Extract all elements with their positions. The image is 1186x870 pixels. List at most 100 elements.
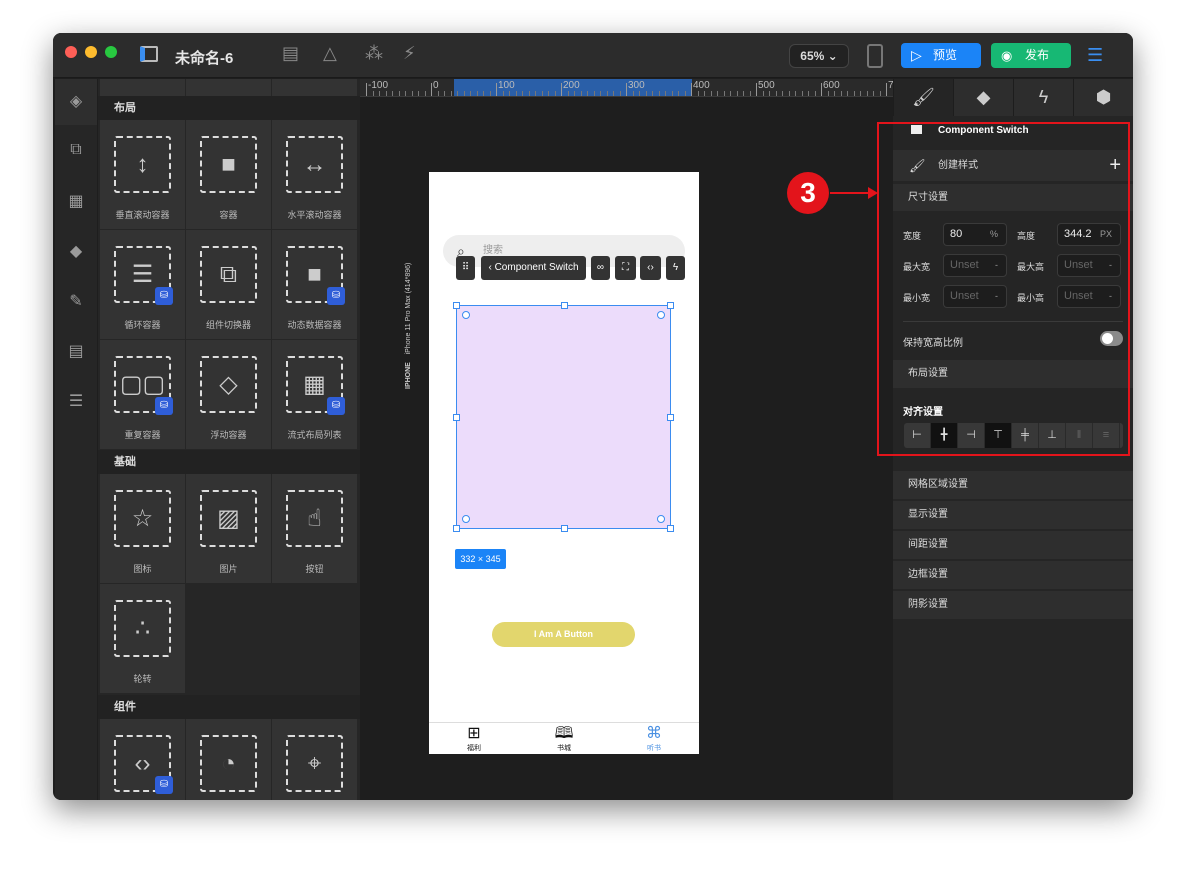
library-item[interactable]: ■ ⛁ 动态数据容器 [272, 230, 357, 339]
left-icon-rail: ◈ ⧉ ▦ ◆ ✎ ▤ ☰ [55, 79, 97, 800]
code-icon[interactable]: ‹› [640, 256, 661, 280]
components-icon[interactable]: ⁂ [365, 43, 383, 64]
library-item[interactable]: ☝ 按钮 [272, 474, 357, 583]
ruler-minor-tick [587, 91, 588, 96]
brush-icon[interactable]: ✎ [55, 291, 97, 311]
zoom-select[interactable]: 65% ⌄ [789, 44, 849, 68]
parent-select-button[interactable]: ‹ Component Switch [481, 256, 586, 280]
template-icon[interactable]: ▤ [55, 341, 97, 361]
library-item[interactable]: ⧉ 组件切换器 [186, 230, 271, 339]
inspector-section[interactable]: 网格区域设置 [893, 471, 1133, 499]
ruler-minor-tick [405, 91, 406, 96]
cubes-icon[interactable]: ⧉ [55, 141, 97, 159]
library-item[interactable]: ▢▢ ⛁ 重复容器 [100, 340, 185, 449]
phone-frame[interactable]: ⌕ 搜索 ⠿ ‹ Component Switch ∞ ⛶ ‹› ϟ 332 × … [429, 172, 699, 754]
radius-handle [462, 311, 470, 319]
library-item[interactable]: ☆ 图标 [100, 474, 185, 583]
data-tab-box-icon[interactable]: ⬢ [1073, 79, 1133, 116]
minimize-button[interactable] [85, 46, 97, 58]
lightning-icon[interactable]: ϟ [666, 256, 685, 280]
lightning-icon[interactable]: ⚡ [403, 43, 416, 64]
drag-handle-icon[interactable]: ⠿ [456, 256, 475, 280]
drive-icon[interactable]: △ [323, 43, 337, 64]
layers-icon[interactable]: ◆ [55, 241, 97, 261]
sample-button[interactable]: I Am A Button [492, 622, 635, 647]
ruler-minor-tick [788, 91, 790, 96]
tab-listen[interactable]: ⌘ 听书 [609, 725, 699, 753]
library-item[interactable]: ‹› ⛁ [100, 719, 185, 800]
library-item[interactable]: ↕ 垂直滚动容器 [100, 120, 185, 229]
device-icon[interactable] [867, 44, 883, 68]
library-item-label: 水平滚动容器 [287, 210, 342, 220]
ruler-minor-tick [522, 91, 523, 96]
ruler-minor-tick [619, 91, 621, 96]
library-item[interactable]: ↔ 水平滚动容器 [272, 120, 357, 229]
publish-button[interactable]: ◉ 发布 [991, 43, 1071, 68]
preview-button[interactable]: ▷ 预览 [901, 43, 981, 68]
library-item[interactable]: ▨ 图片 [186, 474, 271, 583]
inspector-section[interactable]: 边框设置 [893, 561, 1133, 589]
selected-component-switch[interactable] [453, 302, 674, 532]
ruler-minor-tick [606, 91, 608, 96]
library-item-label: 循环容器 [124, 320, 161, 330]
spinner-icon: ∴ [114, 600, 171, 657]
arrow-head-icon [868, 187, 878, 199]
previous-row [98, 79, 360, 96]
list-icon[interactable]: ☰ [55, 391, 97, 411]
ruler-tick-label: 500 [758, 80, 775, 91]
sheet-icon[interactable]: ▤ [282, 43, 299, 64]
inspector-section[interactable]: 间距设置 [893, 531, 1133, 559]
interaction-tab-icon[interactable]: ◆ [953, 79, 1013, 116]
ruler-minor-tick [418, 91, 419, 96]
close-button[interactable] [65, 46, 77, 58]
ruler-minor-tick [398, 91, 400, 96]
layout-icon[interactable]: ▦ [55, 191, 97, 211]
action-tab-lightning-icon[interactable]: ϟ [1013, 79, 1073, 116]
library-item-label: 组件切换器 [205, 320, 251, 330]
ruler-tick-label: 0 [433, 80, 439, 91]
inspector-section[interactable]: 显示设置 [893, 501, 1133, 529]
library-item[interactable]: ◔ [186, 719, 271, 800]
inspector-section[interactable]: 阴影设置 [893, 591, 1133, 619]
ruler-tick-label: -100 [368, 80, 389, 91]
link-icon[interactable]: ∞ [591, 256, 610, 280]
ruler-minor-tick [379, 91, 380, 96]
ruler-minor-tick [548, 91, 549, 96]
library-item-label: 浮动容器 [210, 430, 247, 440]
style-tab-brush-icon[interactable]: 🖌 [893, 79, 953, 116]
database-icon: ⛁ [327, 397, 345, 415]
publish-label: 发布 [1025, 48, 1050, 62]
resize-handle [667, 525, 674, 532]
ruler-minor-tick [470, 91, 471, 96]
tab-book[interactable]: 🕮 书城 [519, 725, 609, 753]
library-item[interactable]: ■ 容器 [186, 120, 271, 229]
maximize-button[interactable] [105, 46, 117, 58]
library-item[interactable]: ∴ 轮转 [100, 584, 185, 693]
code-component-icon: ‹› ⛁ [114, 735, 173, 794]
library-item[interactable]: ⌖ [272, 719, 357, 800]
sidebar-toggle-icon[interactable] [140, 46, 158, 62]
ruler-minor-tick [372, 91, 374, 96]
gift-icon: ⊞ [467, 725, 481, 742]
database-icon: ⛁ [155, 397, 173, 415]
library-item[interactable]: ▦ ⛁ 流式布局列表 [272, 340, 357, 449]
expand-icon[interactable]: ⛶ [615, 256, 636, 280]
ruler-minor-tick [476, 91, 478, 96]
ruler-minor-tick [535, 91, 536, 96]
tab-gift[interactable]: ⊞ 福利 [429, 725, 519, 753]
ruler-tick [496, 83, 497, 96]
dynamic-data-icon: ■ ⛁ [286, 246, 345, 305]
ruler-minor-tick [515, 91, 517, 96]
ruler-minor-tick [509, 91, 510, 96]
ruler-minor-tick [437, 91, 439, 96]
ruler-minor-tick [658, 91, 660, 96]
ruler-minor-tick [749, 91, 751, 96]
ruler-minor-tick [671, 91, 673, 96]
library-item-label: 垂直滚动容器 [115, 210, 170, 220]
library-item[interactable]: ☰ ⛁ 循环容器 [100, 230, 185, 339]
settings-sliders-icon[interactable]: ☰ [1087, 45, 1103, 66]
ruler-minor-tick [873, 91, 874, 96]
arrow-line [830, 192, 872, 194]
cube-icon[interactable]: ◈ [55, 79, 97, 125]
library-item[interactable]: ◇ 浮动容器 [186, 340, 271, 449]
